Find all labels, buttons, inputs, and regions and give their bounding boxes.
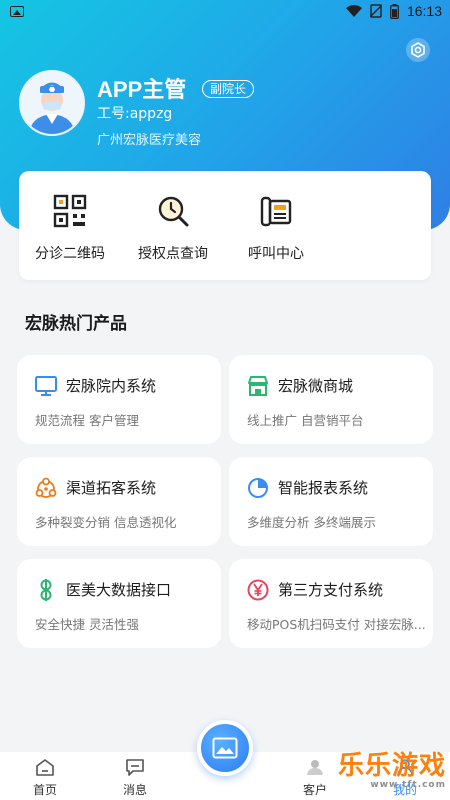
watermark-text: 乐乐游戏 [338,751,447,781]
message-icon [126,759,144,776]
product-title: 医美大数据接口 [66,581,172,599]
nav-messages[interactable]: 消息 [110,758,160,798]
watermark: 乐乐游戏 www.tft.com [338,752,446,798]
product-subtitle: 规范流程 客户管理 [35,413,139,428]
product-subtitle: 安全快捷 灵活性强 [35,617,139,632]
nav-home[interactable]: 首页 [20,758,70,798]
product-title: 第三方支付系统 [278,581,384,599]
search-clock-icon [158,196,189,227]
product-title: 渠道拓客系统 [66,479,157,497]
avatar[interactable] [19,70,85,136]
quick-actions-card: 分诊二维码 授权点查询 呼叫中心 [19,171,431,280]
product-subtitle: 移动POS机扫码支付 对接宏脉... [247,617,426,632]
product-card-hospital-system[interactable]: 宏脉院内系统 规范流程 客户管理 [17,355,221,444]
product-card-micro-mall[interactable]: 宏脉微商城 线上推广 自营销平台 [229,355,433,444]
watermark-url: www.tft.com [370,780,446,790]
phone-icon [260,196,292,227]
status-bar: 16:13 [0,0,450,24]
settings-button[interactable] [406,38,430,62]
home-icon [36,759,54,776]
section-title: 宏脉热门产品 [25,314,127,334]
doctor-avatar-icon [21,72,83,134]
nav-label: 首页 [32,783,57,797]
nav-label: 消息 [122,783,147,797]
pie-chart-icon [248,478,268,498]
product-card-payment-system[interactable]: 第三方支付系统 移动POS机扫码支付 对接宏脉... [229,559,433,648]
qr-code-icon [53,194,87,228]
quick-action-label: 分诊二维码 [35,246,105,262]
monitor-icon [35,376,57,396]
gear-icon [411,42,425,58]
product-card-report-system[interactable]: 智能报表系统 多维度分析 多终端展示 [229,457,433,546]
product-subtitle: 多种裂变分销 信息透视化 [35,515,177,530]
product-title: 宏脉微商城 [278,377,354,395]
product-title: 宏脉院内系统 [66,377,157,395]
product-subtitle: 多维度分析 多终端展示 [247,515,376,530]
product-title: 智能报表系统 [278,479,369,497]
gallery-notification-icon [10,6,24,17]
product-card-channel-system[interactable]: 渠道拓客系统 多种裂变分销 信息透视化 [17,457,221,546]
clock: 16:13 [406,3,442,19]
shop-icon [248,376,268,396]
nav-label: 客户 [302,783,327,797]
product-subtitle: 线上推广 自营销平台 [247,413,364,428]
nav-customers[interactable]: 客户 [290,758,340,798]
no-sim-icon [369,4,382,18]
quick-action-label: 呼叫中心 [248,246,304,262]
center-action-button[interactable] [197,720,253,776]
quick-action-auth-query[interactable]: 授权点查询 [123,193,223,263]
quick-action-qr-code[interactable]: 分诊二维码 [20,193,120,263]
image-icon [212,737,238,759]
network-icon [35,477,57,498]
role-badge: 副院长 [202,80,255,98]
quick-action-call-center[interactable]: 呼叫中心 [226,193,326,263]
yen-icon [247,579,269,601]
user-name: APP主管 [97,77,187,102]
battery-icon [390,3,399,19]
customer-icon [307,760,323,775]
employee-id: 工号:appzg [97,106,173,122]
wifi-icon [345,5,362,17]
company-name: 广州宏脉医疗美容 [97,133,202,148]
quick-action-label: 授权点查询 [138,246,208,262]
product-card-bigdata-api[interactable]: 医美大数据接口 安全快捷 灵活性强 [17,559,221,648]
dollar-icon [40,579,52,601]
